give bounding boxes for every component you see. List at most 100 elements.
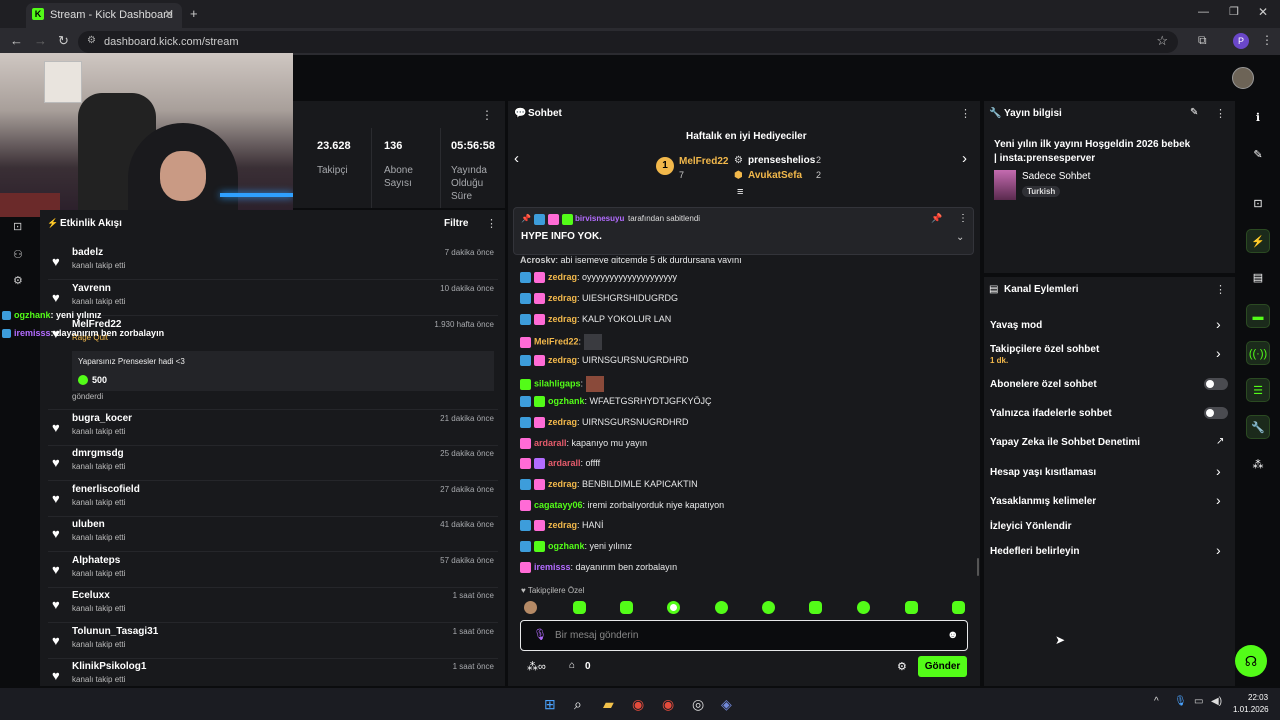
browser-menu-icon[interactable]: ⋮ xyxy=(1261,33,1273,47)
stream-info-menu-icon[interactable]: ⋮ xyxy=(1215,107,1226,120)
activity-menu-icon[interactable]: ⋮ xyxy=(486,217,497,230)
chevron-right-icon[interactable]: › xyxy=(1216,463,1221,479)
new-tab-icon[interactable]: + xyxy=(190,6,198,21)
followers-only-item[interactable]: Takipçilere özel sohbet xyxy=(990,344,1099,355)
pinned-menu-icon[interactable]: ⋮ xyxy=(958,213,968,224)
chat-user[interactable]: zedrag xyxy=(548,417,577,427)
gifter-name[interactable]: prenseshelios xyxy=(748,155,815,166)
chat-user[interactable]: Acrosky xyxy=(520,255,556,263)
profile-avatar[interactable]: P xyxy=(1233,33,1249,49)
chrome-icon[interactable]: ◉ xyxy=(632,696,644,713)
microphone-icon[interactable]: 🎙 xyxy=(533,628,547,641)
next-gifters-icon[interactable]: › xyxy=(962,150,967,167)
stats-menu-icon[interactable]: ⋮ xyxy=(481,108,493,122)
forward-icon[interactable]: → xyxy=(34,33,47,48)
emotes-only-toggle[interactable] xyxy=(1204,407,1228,419)
close-window-icon[interactable]: ✕ xyxy=(1258,5,1268,19)
chat-user[interactable]: ogzhank xyxy=(548,396,585,406)
chat-bubble-icon[interactable]: ▬ xyxy=(1246,304,1270,328)
reload-icon[interactable]: ↻ xyxy=(58,33,69,49)
raid-item[interactable]: İzleyici Yönlendir xyxy=(990,521,1072,532)
emoji-icon[interactable]: ☻ xyxy=(947,629,959,641)
tray-mic-icon[interactable]: 🎙 xyxy=(1174,696,1187,707)
prev-gifters-icon[interactable]: ‹ xyxy=(514,150,519,167)
site-info-icon[interactable]: ⚙ xyxy=(87,35,96,46)
search-icon[interactable]: ⌕ xyxy=(574,696,582,713)
chat-menu-icon[interactable]: ⋮ xyxy=(960,107,971,120)
store-icon[interactable]: ⌂ xyxy=(569,660,575,671)
chat-user[interactable]: ardarall xyxy=(548,458,581,468)
chat-user[interactable]: zedrag xyxy=(548,479,577,489)
filter-button[interactable]: Filtre xyxy=(444,218,468,229)
chat-scrollbar[interactable] xyxy=(977,558,979,576)
layout-icon[interactable]: ☰ xyxy=(1246,378,1270,402)
emote-icon[interactable] xyxy=(857,601,870,614)
banned-words-item[interactable]: Yasaklanmış kelimeler xyxy=(990,496,1096,507)
chat-user[interactable]: silahligaps xyxy=(534,378,581,388)
chat-input-box[interactable]: 🎙 Bir mesaj gönderin ☻ xyxy=(520,620,968,651)
points-icon[interactable]: ⁂∞ xyxy=(527,660,546,673)
chrome-active-icon[interactable]: ◉ xyxy=(662,696,674,713)
top-gifter-name[interactable]: MelFred22 xyxy=(679,156,728,167)
slow-mode-item[interactable]: Yavaş mod xyxy=(990,320,1042,331)
wrench-icon[interactable]: 🔧 xyxy=(1246,415,1270,439)
windows-start-icon[interactable]: ⊞ xyxy=(544,696,556,713)
category-thumbnail[interactable] xyxy=(994,170,1016,200)
pinned-by-user[interactable]: birvisnesuyu xyxy=(575,214,624,223)
activity-user[interactable]: Tolunun_Tasagi31 xyxy=(72,626,158,637)
expand-pinned-icon[interactable]: ⌄ xyxy=(956,232,964,243)
edit-icon[interactable]: ✎ xyxy=(1190,107,1198,118)
browser-tab[interactable]: K Stream - Kick Dashboard ✕ xyxy=(26,3,182,28)
activity-user[interactable]: fenerliscofield xyxy=(72,484,140,495)
ai-moderation-item[interactable]: Yapay Zeka ile Sohbet Denetimi xyxy=(990,437,1140,448)
chat-user[interactable]: ardarall xyxy=(534,438,567,448)
emote-icon[interactable] xyxy=(667,601,680,614)
chat-user[interactable]: MelFred22 xyxy=(534,336,579,346)
chevron-right-icon[interactable]: › xyxy=(1216,316,1221,332)
minimize-icon[interactable]: — xyxy=(1198,6,1209,18)
chat-user[interactable]: zedrag xyxy=(548,314,577,324)
discord-icon[interactable]: ◈ xyxy=(721,696,732,713)
clock-date[interactable]: 1.01.2026 xyxy=(1233,705,1269,714)
chat-image-emote[interactable] xyxy=(585,376,604,392)
chevron-right-icon[interactable]: › xyxy=(1216,542,1221,558)
info-icon[interactable]: ℹ xyxy=(1246,106,1270,130)
tray-volume-icon[interactable]: ◀) xyxy=(1211,696,1222,707)
category-name[interactable]: Sadece Sohbet xyxy=(1022,171,1090,182)
support-headset-icon[interactable]: ☊ xyxy=(1235,645,1267,677)
broadcast-icon[interactable]: ((·)) xyxy=(1246,341,1270,365)
pencil-icon[interactable]: ✎ xyxy=(1246,143,1270,167)
emote-icon[interactable] xyxy=(620,601,633,614)
settings-icon[interactable]: ⚙ xyxy=(13,274,23,287)
chat-settings-icon[interactable]: ⚙ xyxy=(897,660,907,673)
activity-user[interactable]: Eceluxx xyxy=(72,590,110,601)
emote-icon[interactable] xyxy=(715,601,728,614)
unpin-icon[interactable]: 📌 xyxy=(931,213,942,224)
chat-user[interactable]: cagatayy06 xyxy=(534,500,583,510)
goals-item[interactable]: Hedefleri belirleyin xyxy=(990,546,1079,557)
activity-user[interactable]: badelz xyxy=(72,247,103,258)
file-explorer-icon[interactable]: ▰ xyxy=(603,696,614,713)
address-bar[interactable]: ⚙ dashboard.kick.com/stream ☆ xyxy=(78,31,1178,53)
activity-user[interactable]: Alphateps xyxy=(72,555,120,566)
scan-icon[interactable]: ⊡ xyxy=(13,220,22,233)
chat-user[interactable]: zedrag xyxy=(548,520,577,530)
chat-user[interactable]: zedrag xyxy=(548,355,577,365)
document-icon[interactable]: ▤ xyxy=(1246,266,1270,290)
gifter-name[interactable]: AvukatSefa xyxy=(748,170,802,181)
channel-actions-menu-icon[interactable]: ⋮ xyxy=(1215,283,1226,296)
activity-user[interactable]: uluben xyxy=(72,519,105,530)
chat-user[interactable]: zedrag xyxy=(548,293,577,303)
obs-icon[interactable]: ◎ xyxy=(692,696,704,713)
send-button[interactable]: Gönder xyxy=(918,656,967,677)
clock-time[interactable]: 22:03 xyxy=(1248,693,1268,702)
lightning-icon[interactable]: ⚡ xyxy=(1246,229,1270,253)
activity-user[interactable]: bugra_kocer xyxy=(72,413,132,424)
back-icon[interactable]: ← xyxy=(10,33,23,48)
chat-user[interactable]: zedrag xyxy=(548,272,577,282)
extensions-icon[interactable]: ⧉ xyxy=(1198,33,1207,48)
account-age-item[interactable]: Hesap yaşı kısıtlaması xyxy=(990,467,1096,478)
emote-icon[interactable] xyxy=(573,601,586,614)
activity-user[interactable]: dmrgmsdg xyxy=(72,448,124,459)
tray-monitor-icon[interactable]: ▭ xyxy=(1194,696,1203,707)
